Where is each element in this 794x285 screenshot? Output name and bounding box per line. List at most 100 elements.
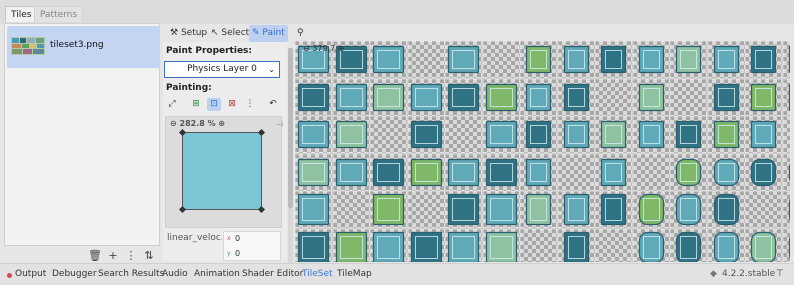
atlas-tile[interactable]	[520, 116, 557, 153]
y-value[interactable]: 0	[235, 249, 240, 258]
atlas-tile[interactable]	[295, 78, 332, 116]
atlas-tile[interactable]	[445, 78, 482, 116]
tab-tiles[interactable]: Tiles	[5, 6, 38, 22]
atlas-tile[interactable]	[782, 191, 791, 228]
atlas-tile[interactable]	[370, 41, 407, 78]
atlas-tile[interactable]	[370, 191, 407, 228]
atlas-tile[interactable]	[407, 153, 445, 191]
trash-icon[interactable]: 🗑	[88, 249, 102, 263]
atlas-tile[interactable]	[332, 153, 370, 191]
atlas-tile[interactable]	[407, 228, 445, 263]
atlas-tile[interactable]	[595, 191, 632, 228]
zoom-out-icon[interactable]: ⊖	[170, 119, 177, 128]
atlas-tile[interactable]	[707, 153, 745, 191]
zoom-out-icon[interactable]: ⊖	[303, 44, 310, 53]
atlas-tile[interactable]	[520, 191, 557, 228]
atlas-tile[interactable]	[632, 116, 670, 153]
atlas-tile[interactable]	[745, 228, 782, 263]
collision-polygon[interactable]	[178, 128, 266, 214]
atlas-tile[interactable]	[670, 116, 707, 153]
tab-patterns[interactable]: Patterns	[34, 6, 84, 22]
tab-output[interactable]: Output	[15, 269, 46, 279]
atlas-tile[interactable]	[707, 228, 745, 263]
atlas-tile[interactable]	[745, 116, 782, 153]
atlas-tile[interactable]	[482, 116, 520, 153]
tab-tileset[interactable]: TileSet	[302, 269, 333, 279]
atlas-tile[interactable]	[370, 78, 407, 116]
expand-icon[interactable]: ⤢	[165, 98, 179, 111]
atlas-tile[interactable]	[670, 191, 707, 228]
atlas-tile[interactable]	[595, 153, 632, 191]
atlas-tile[interactable]	[782, 228, 791, 263]
add-icon[interactable]: +	[106, 249, 120, 263]
sort-icon[interactable]: ⇅	[142, 249, 156, 263]
atlas-tile[interactable]	[445, 191, 482, 228]
atlas-tile[interactable]	[632, 78, 670, 116]
atlas-tile[interactable]	[632, 153, 670, 191]
atlas-tile[interactable]	[670, 153, 707, 191]
more-options-icon[interactable]: ⋮	[243, 98, 257, 111]
paint-button[interactable]: ✎ Paint	[249, 25, 288, 42]
atlas-tile[interactable]	[632, 191, 670, 228]
pin-icon[interactable]: ⚲	[294, 25, 307, 42]
atlas-tile[interactable]	[520, 153, 557, 191]
select-button[interactable]: ↖ Select	[208, 25, 252, 42]
atlas-tile[interactable]	[520, 228, 557, 263]
atlas-tile[interactable]	[520, 41, 557, 78]
atlas-tile[interactable]	[595, 78, 632, 116]
atlas-tile[interactable]	[670, 228, 707, 263]
atlas-tile[interactable]	[370, 153, 407, 191]
center-view-icon[interactable]: ⊣	[276, 120, 283, 129]
atlas-tile[interactable]	[745, 41, 782, 78]
atlas-tile[interactable]	[632, 228, 670, 263]
atlas-tile[interactable]	[295, 116, 332, 153]
atlas-tile[interactable]	[670, 78, 707, 116]
atlas-tile[interactable]	[370, 116, 407, 153]
undo-icon[interactable]: ↶	[266, 98, 280, 111]
layer-select[interactable]: Physics Layer 0 ⌄	[164, 61, 280, 78]
x-value[interactable]: 0	[235, 234, 240, 243]
atlas-tile[interactable]	[782, 116, 791, 153]
atlas-tile[interactable]	[445, 153, 482, 191]
atlas-tile[interactable]	[745, 78, 782, 116]
atlas-tile[interactable]	[482, 78, 520, 116]
atlas-tile[interactable]	[595, 116, 632, 153]
atlas-tile[interactable]	[557, 191, 595, 228]
atlas-tile[interactable]	[520, 78, 557, 116]
add-polygon-icon[interactable]: ⊞	[189, 98, 203, 111]
edit-points-icon[interactable]: ⊡	[207, 98, 221, 111]
atlas-tile[interactable]	[445, 41, 482, 78]
atlas-tile[interactable]	[332, 116, 370, 153]
atlas-tile[interactable]	[557, 41, 595, 78]
atlas-tile[interactable]	[707, 191, 745, 228]
atlas-tile[interactable]	[445, 228, 482, 263]
atlas-tile[interactable]	[632, 41, 670, 78]
atlas-tile[interactable]	[595, 228, 632, 263]
tab-debugger[interactable]: Debugger	[52, 269, 97, 279]
atlas-tile[interactable]	[445, 116, 482, 153]
atlas-tile[interactable]	[782, 41, 791, 78]
atlas-tile[interactable]	[482, 41, 520, 78]
atlas-tile[interactable]	[707, 116, 745, 153]
atlas-tile[interactable]	[707, 78, 745, 116]
atlas-tile[interactable]	[557, 153, 595, 191]
zoom-in-icon[interactable]: ⊕	[338, 44, 345, 53]
atlas-tile[interactable]	[295, 153, 332, 191]
atlas-tile[interactable]	[407, 191, 445, 228]
atlas-tile[interactable]	[557, 78, 595, 116]
atlas-tile[interactable]	[707, 41, 745, 78]
atlas-tile[interactable]	[670, 41, 707, 78]
tab-animation[interactable]: Animation	[194, 269, 240, 279]
setup-button[interactable]: ⚒ Setup	[167, 25, 210, 42]
atlas-tile[interactable]	[782, 78, 791, 116]
atlas-tile[interactable]	[482, 153, 520, 191]
atlas-tile[interactable]	[332, 191, 370, 228]
atlas-tile[interactable]	[782, 153, 791, 191]
tab-tilemap[interactable]: TileMap	[337, 269, 372, 279]
atlas-tile[interactable]	[295, 228, 332, 263]
atlas-tile[interactable]	[595, 41, 632, 78]
atlas-tile[interactable]	[745, 153, 782, 191]
tile-source-item[interactable]: tileset3.png	[7, 26, 160, 68]
atlas-tile[interactable]	[557, 116, 595, 153]
atlas-tile[interactable]	[407, 78, 445, 116]
